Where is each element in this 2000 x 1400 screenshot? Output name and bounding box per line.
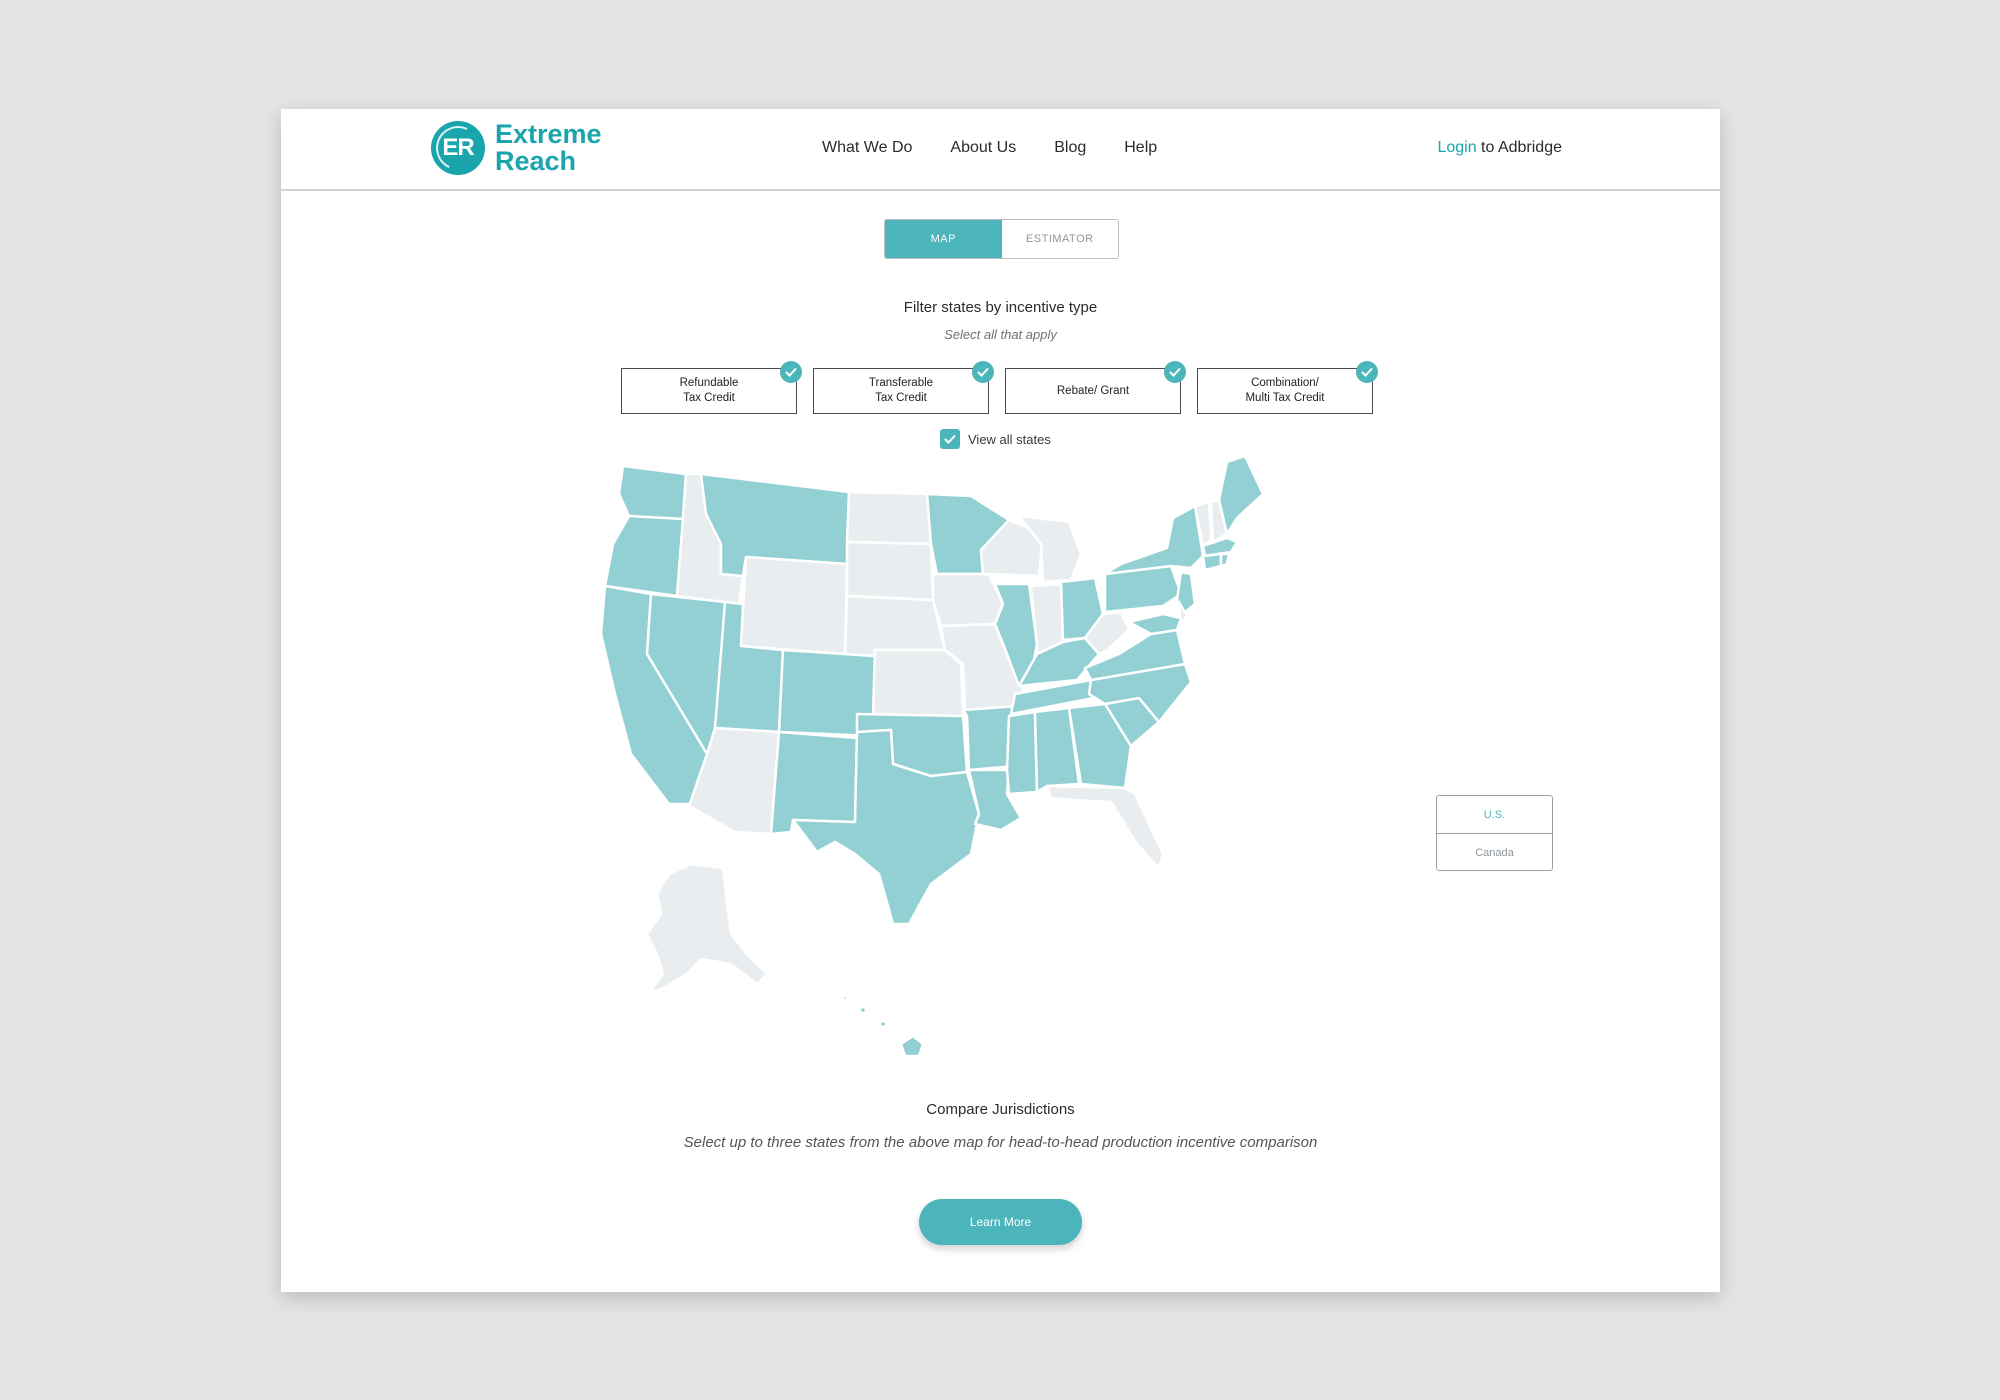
filter-subheading: Select all that apply <box>944 327 1057 342</box>
state-mississippi[interactable] <box>1005 710 1039 796</box>
login-link[interactable]: Login <box>1437 139 1476 156</box>
estimator-tab[interactable]: ESTIMATOR <box>1001 220 1118 258</box>
filter-transferable-label: Transferable Tax Credit <box>868 377 934 404</box>
state-oregon[interactable] <box>603 514 685 598</box>
state-kansas[interactable] <box>871 648 965 718</box>
login-area: Login to Adbridge <box>1437 139 1562 157</box>
filter-combination[interactable]: Combination/ Multi Tax Credit <box>1197 361 1378 414</box>
map-tab[interactable]: MAP <box>885 220 1002 258</box>
state-maryland[interactable] <box>1127 612 1183 636</box>
nav-help[interactable]: Help <box>1124 139 1157 157</box>
nav-about-us[interactable]: About Us <box>950 139 1016 157</box>
state-hawaii-island <box>858 1005 868 1015</box>
check-icon <box>1356 361 1378 383</box>
filter-heading: Filter states by incentive type <box>903 299 1098 316</box>
state-connecticut[interactable] <box>1201 552 1223 572</box>
view-all-checkbox[interactable] <box>940 429 960 449</box>
check-icon <box>780 361 802 383</box>
filter-refundable-label: Refundable Tax Credit <box>679 377 739 404</box>
site-header: ER Extreme Reach What We Do About Us Blo… <box>281 109 1720 191</box>
state-south-dakota[interactable] <box>845 540 935 602</box>
us-map <box>599 454 1265 1058</box>
view-all-states[interactable]: View all states <box>940 429 1051 449</box>
learn-more-button[interactable]: Learn More <box>919 1199 1082 1245</box>
filter-refundable[interactable]: Refundable Tax Credit <box>621 361 802 414</box>
state-hawaii[interactable] <box>899 1034 925 1058</box>
state-hawaii-island <box>878 1019 888 1029</box>
state-north-dakota[interactable] <box>845 490 933 546</box>
state-rhode-island[interactable] <box>1219 552 1231 568</box>
logo-line-1: Extreme <box>495 119 602 149</box>
state-alaska[interactable] <box>645 862 769 996</box>
state-nebraska[interactable] <box>843 594 947 658</box>
brand-logo[interactable]: ER Extreme Reach <box>431 121 602 175</box>
login-suffix: to Adbridge <box>1476 139 1562 156</box>
state-florida[interactable] <box>1045 784 1165 870</box>
view-all-label: View all states <box>968 431 1051 447</box>
nav-what-we-do[interactable]: What We Do <box>822 139 912 157</box>
view-toggle: MAP ESTIMATOR <box>884 219 1119 259</box>
check-icon <box>1164 361 1186 383</box>
check-icon <box>972 361 994 383</box>
state-washington[interactable] <box>617 464 688 521</box>
filter-rebate-label: Rebate/ Grant <box>1056 384 1130 397</box>
filter-transferable[interactable]: Transferable Tax Credit <box>813 361 994 414</box>
state-new-york[interactable] <box>1103 504 1205 576</box>
country-toggle: U.S. Canada <box>1436 795 1553 871</box>
filter-rebate[interactable]: Rebate/ Grant <box>1005 361 1186 414</box>
state-wyoming[interactable] <box>739 555 849 656</box>
logo-wordmark: Extreme Reach <box>495 121 602 175</box>
filter-combination-label: Combination/ Multi Tax Credit <box>1245 377 1325 404</box>
incentive-filters: Refundable Tax Credit Transferable Tax C… <box>621 361 1378 414</box>
state-hawaii-island <box>841 994 849 1002</box>
state-maine[interactable] <box>1217 454 1265 536</box>
state-iowa[interactable] <box>931 572 1005 628</box>
logo-line-2: Reach <box>495 146 577 176</box>
country-canada[interactable]: Canada <box>1437 834 1552 870</box>
nav-blog[interactable]: Blog <box>1054 139 1086 157</box>
page-card: ER Extreme Reach What We Do About Us Blo… <box>281 109 1720 1292</box>
compare-heading: Compare Jurisdictions <box>926 1101 1075 1118</box>
logo-mark: ER <box>431 121 485 175</box>
state-new-mexico[interactable] <box>769 730 859 836</box>
compare-description: Select up to three states from the above… <box>683 1134 1318 1151</box>
main-nav: What We Do About Us Blog Help <box>822 139 1157 157</box>
country-us[interactable]: U.S. <box>1437 796 1552 834</box>
